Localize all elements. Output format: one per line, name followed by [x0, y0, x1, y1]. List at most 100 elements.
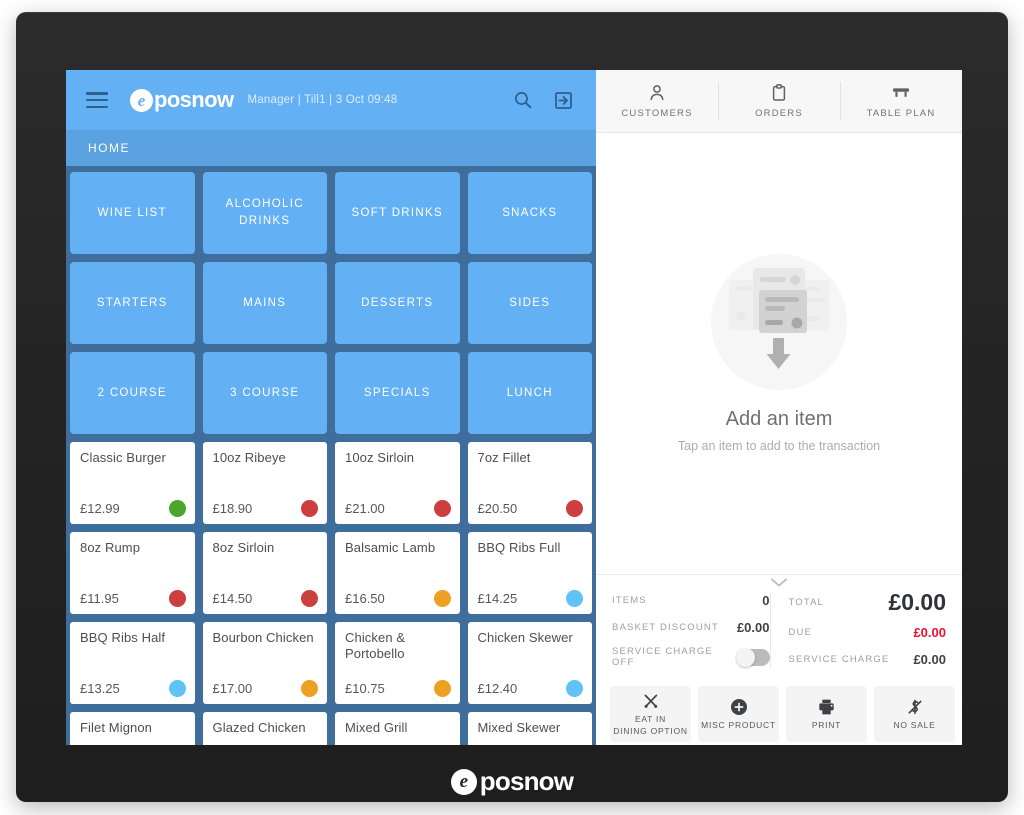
app-header: e posnow Manager | Till1 | 3 Oct 09:48 — [66, 70, 596, 130]
category-button[interactable]: 3 COURSE — [202, 352, 327, 434]
product-button[interactable]: Chicken Skewer £12.40 — [467, 622, 592, 704]
product-button[interactable]: Classic Burger £12.99 — [70, 442, 195, 524]
search-icon[interactable] — [508, 85, 538, 115]
hamburger-menu-icon[interactable] — [86, 92, 108, 108]
due-label: DUE — [788, 626, 813, 638]
category-button[interactable]: 2 COURSE — [70, 352, 195, 434]
clipboard-icon — [769, 83, 789, 103]
category-grid: WINE LIST ALCOHOLIC DRINKS SOFT DRINKS SNAC… — [66, 166, 596, 434]
service-charge-toggle[interactable] — [735, 647, 770, 667]
category-button[interactable]: STARTERS — [70, 262, 195, 344]
product-color-dot — [433, 500, 451, 517]
plus-circle-icon — [730, 698, 748, 716]
product-button[interactable]: Balsamic Lamb £16.50 — [335, 532, 460, 614]
product-footer: £16.50 — [345, 590, 451, 607]
toolbar-item-orders[interactable]: ORDERS — [718, 70, 840, 132]
product-footer: £13.25 — [80, 680, 186, 697]
function-button-row: EAT IN DINING OPTION MISC PRODUCT PRINT … — [596, 676, 962, 745]
product-button[interactable]: Filet Mignon — [70, 712, 195, 745]
product-name: 8oz Sirloin — [212, 540, 275, 555]
total-value: £0.00 — [888, 589, 946, 615]
print-label: PRINT — [811, 719, 842, 730]
product-name: Glazed Chicken — [212, 720, 306, 735]
toolbar-item-customers[interactable]: CUSTOMERS — [596, 70, 718, 132]
product-button[interactable]: Chicken & Portobello £10.75 — [335, 622, 460, 704]
category-button[interactable]: SIDES — [467, 262, 592, 344]
product-price: £11.95 — [80, 591, 119, 606]
product-button[interactable]: 8oz Rump £11.95 — [70, 532, 195, 614]
product-price: £13.25 — [80, 681, 120, 696]
product-price: £18.90 — [212, 501, 253, 516]
toolbar-label-table-plan: TABLE PLAN — [866, 108, 936, 119]
device-logo-mark: e — [450, 768, 477, 795]
totals-row-basket-discount: BASKET DISCOUNT £0.00 — [612, 619, 770, 637]
category-button[interactable]: SPECIALS — [335, 352, 460, 434]
empty-state-title: Add an item — [725, 408, 833, 430]
no-sale-label: NO SALE — [893, 719, 936, 730]
misc-product-button[interactable]: MISC PRODUCT — [698, 686, 779, 742]
product-button[interactable]: Bourbon Chicken £17.00 — [202, 622, 327, 704]
category-button[interactable]: LUNCH — [467, 352, 592, 434]
product-name: Mixed Grill — [345, 720, 408, 735]
service-charge-toggle-label: SERVICE CHARGE OFF — [612, 646, 713, 668]
product-name: BBQ Ribs Full — [477, 540, 561, 555]
transaction-pane: CUSTOMERS ORDERS TABLE PLAN Add an item … — [596, 70, 962, 745]
product-button[interactable]: Mixed Skewer — [467, 712, 592, 745]
product-name: Chicken & Portobello — [345, 630, 406, 662]
breadcrumb[interactable]: HOME — [66, 130, 596, 166]
product-price: £21.00 — [345, 501, 385, 516]
items-value: 0 — [762, 592, 770, 608]
toolbar-label-customers: CUSTOMERS — [621, 108, 693, 119]
category-button[interactable]: WINE LIST — [70, 172, 195, 254]
product-button[interactable]: BBQ Ribs Half £13.25 — [70, 622, 195, 704]
totals-row-service-charge-toggle: SERVICE CHARGE OFF — [612, 646, 770, 668]
product-footer: £20.50 — [477, 500, 583, 517]
product-price: £12.99 — [80, 501, 120, 516]
product-color-dot — [433, 590, 451, 607]
service-charge-label: SERVICE CHARGE — [788, 653, 890, 665]
no-sale-button[interactable]: NO SALE — [874, 686, 955, 742]
eat-in-label-line2: DINING OPTION — [613, 725, 688, 736]
toolbar-item-table-plan[interactable]: TABLE PLAN — [840, 70, 962, 132]
totals-columns: ITEMS 0 BASKET DISCOUNT £0.00 SERVICE CH… — [612, 591, 946, 668]
category-button[interactable]: ALCOHOLIC DRINKS — [202, 172, 327, 254]
product-button[interactable]: 10oz Ribeye £18.90 — [202, 442, 327, 524]
breadcrumb-item-home[interactable]: HOME — [88, 141, 130, 155]
print-button[interactable]: PRINT — [786, 686, 867, 742]
product-color-dot — [168, 500, 186, 517]
product-price: £20.50 — [477, 501, 518, 516]
totals-row-total: TOTAL £0.00 — [789, 591, 947, 614]
product-name: Bourbon Chicken — [212, 630, 314, 645]
product-button[interactable]: 7oz Fillet £20.50 — [467, 442, 592, 524]
category-button[interactable]: DESSERTS — [335, 262, 460, 344]
category-button[interactable]: MAINS — [202, 262, 327, 344]
product-button[interactable]: Mixed Grill — [335, 712, 460, 745]
product-footer: £21.00 — [345, 500, 451, 517]
product-name: 10oz Ribeye — [212, 450, 286, 465]
product-color-dot — [301, 500, 318, 517]
chevron-down-icon[interactable] — [596, 577, 962, 588]
product-name: Balsamic Lamb — [345, 540, 436, 555]
totals-left-column: ITEMS 0 BASKET DISCOUNT £0.00 SERVICE CH… — [612, 591, 770, 668]
product-footer: £10.75 — [345, 680, 451, 697]
product-footer: £14.25 — [478, 590, 583, 607]
logout-icon[interactable] — [548, 85, 578, 115]
printer-icon — [817, 698, 836, 716]
category-button[interactable]: SNACKS — [467, 172, 592, 254]
product-button[interactable]: BBQ Ribs Full £14.25 — [467, 532, 592, 614]
total-label: TOTAL — [788, 597, 824, 608]
items-label: ITEMS — [612, 594, 647, 606]
product-color-dot — [433, 680, 451, 697]
product-button[interactable]: 8oz Sirloin £14.50 — [202, 532, 327, 614]
product-name: 10oz Sirloin — [345, 450, 415, 465]
product-price: £17.00 — [212, 681, 253, 696]
eat-in-dining-option-button[interactable]: EAT IN DINING OPTION — [610, 686, 691, 742]
category-button[interactable]: SOFT DRINKS — [335, 172, 460, 254]
product-price: £14.50 — [212, 591, 253, 606]
basket-discount-value: £0.00 — [736, 620, 770, 635]
product-button[interactable]: 10oz Sirloin £21.00 — [335, 442, 460, 524]
no-sale-icon — [906, 698, 924, 716]
touchscreen-viewport: e posnow Manager | Till1 | 3 Oct 09:48 H… — [66, 70, 962, 745]
product-button[interactable]: Glazed Chicken — [202, 712, 327, 745]
transaction-toolbar: CUSTOMERS ORDERS TABLE PLAN — [596, 70, 962, 133]
